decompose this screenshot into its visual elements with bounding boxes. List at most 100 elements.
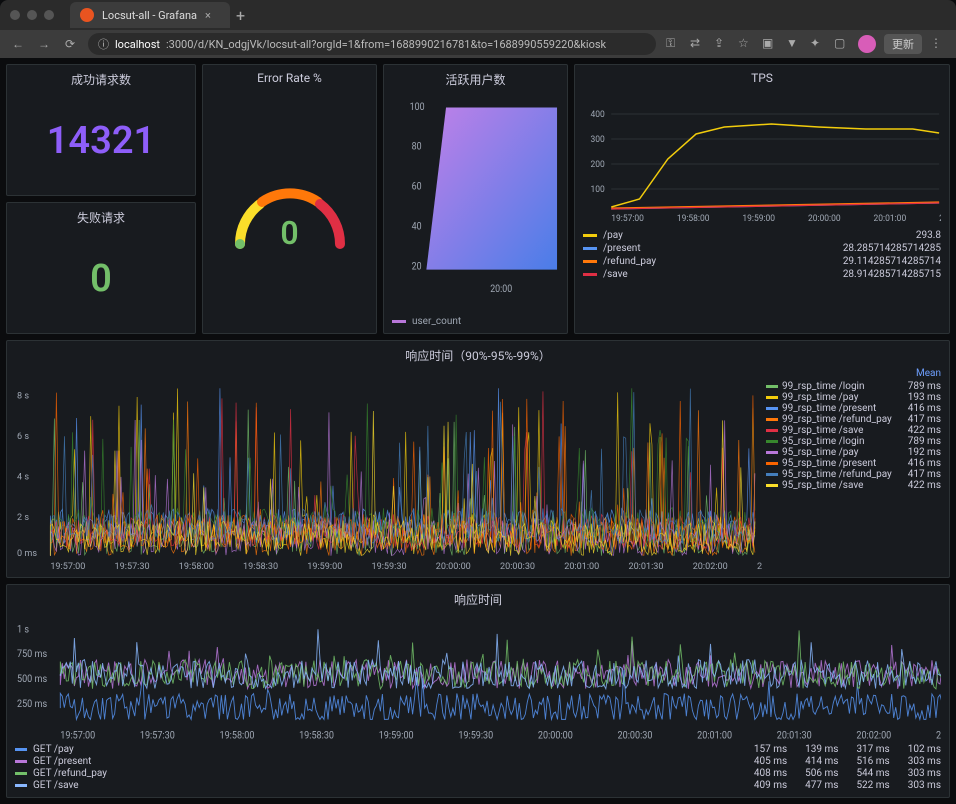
legend-label: 95_rsp_time /pay (782, 447, 904, 458)
traffic-min[interactable] (27, 10, 37, 20)
ext4-icon[interactable]: ▢ (834, 36, 850, 52)
panel-active-users[interactable]: 活跃用户数 100 80 60 40 20 20:00 user_co (383, 64, 568, 334)
profile-avatar[interactable] (858, 35, 876, 53)
star-icon[interactable]: ☆ (738, 36, 754, 52)
svg-text:20:00:30: 20:00:30 (500, 562, 535, 571)
back-icon[interactable]: ← (10, 36, 26, 52)
legend-value: 29.114285714285714 (843, 256, 941, 267)
legend-value: 317 ms (856, 744, 889, 755)
legend-value: 303 ms (908, 780, 941, 791)
svg-text:20:01:00: 20:01:00 (874, 214, 907, 224)
svg-text:1 s: 1 s (17, 624, 29, 636)
close-icon[interactable]: × (205, 9, 211, 22)
legend-row[interactable]: GET /present405 ms414 ms516 ms303 ms (15, 756, 941, 767)
legend-row[interactable]: 95_rsp_time /refund_pay 417 ms (766, 469, 941, 480)
update-button[interactable]: 更新 (884, 34, 922, 54)
traffic-max[interactable] (44, 10, 54, 20)
panel-response-time[interactable]: 响应时间 1 s 750 ms 500 ms 250 ms 19:57:0019… (6, 584, 950, 798)
legend-swatch (583, 247, 597, 250)
legend-row[interactable]: 99_rsp_time /refund_pay417 ms (766, 414, 941, 425)
legend-label: 95_rsp_time /refund_pay (782, 469, 904, 480)
ext3-icon[interactable]: ✦ (810, 36, 826, 52)
ubuntu-icon (80, 8, 94, 22)
legend-swatch (766, 385, 778, 388)
legend-label: /refund_pay (603, 256, 837, 267)
legend-row[interactable]: /save28.914285714285715 (583, 269, 941, 280)
legend-swatch (766, 473, 778, 476)
legend-swatch (583, 273, 597, 276)
new-tab-button[interactable]: + (236, 6, 245, 25)
panel-tps[interactable]: TPS 400 300 200 100 19:57:0019:58:0019:5… (574, 64, 950, 334)
ext1-icon[interactable]: ▣ (762, 36, 778, 52)
legend-value: 522 ms (856, 780, 889, 791)
stat-value: 14321 (15, 92, 187, 189)
panel-response-percentile[interactable]: 响应时间（90%-95%-99%） 8 s 6 s 4 s 2 s 0 ms 1… (6, 340, 950, 578)
legend-row[interactable]: /refund_pay 29.114285714285714 (583, 256, 941, 267)
legend-row[interactable]: GET /refund_pay408 ms506 ms544 ms303 ms (15, 768, 941, 779)
legend-row[interactable]: 95_rsp_time /login789 ms (766, 436, 941, 447)
legend-value: 417 ms (908, 469, 941, 480)
legend-label: user_count (412, 316, 461, 327)
more-icon[interactable]: ⋮ (930, 36, 946, 52)
legend-value: 157 ms (754, 744, 787, 755)
resp-time-chart: 1 s 750 ms 500 ms 250 ms 19:57:0019:57:3… (15, 612, 941, 742)
legend-value: 414 ms (805, 756, 838, 767)
ext2-icon[interactable]: ▼ (786, 36, 802, 52)
panel-error-rate[interactable]: Error Rate % 0 (202, 64, 377, 334)
panel-failed-requests[interactable]: 失败请求 0 (6, 202, 196, 334)
svg-text:20:01:00: 20:01:00 (697, 730, 732, 742)
stat-value: 0 (15, 230, 187, 327)
legend-row[interactable]: GET /save409 ms477 ms522 ms303 ms (15, 780, 941, 791)
legend-swatch (766, 396, 778, 399)
legend-value: 405 ms (754, 756, 787, 767)
svg-text:19:59:00: 19:59:00 (307, 562, 342, 571)
legend-value: 789 ms (908, 436, 941, 447)
legend-row[interactable]: /pay293.8 (583, 230, 941, 241)
panel-success-requests[interactable]: 成功请求数 14321 (6, 64, 196, 196)
legend-label: /present (603, 243, 837, 254)
legend-value: 544 ms (856, 768, 889, 779)
svg-text:20:00:00: 20:00:00 (808, 214, 841, 224)
legend-row[interactable]: 99_rsp_time /save422 ms (766, 425, 941, 436)
legend-label: 99_rsp_time /present (782, 403, 904, 414)
svg-text:40: 40 (412, 221, 422, 233)
legend-row[interactable]: /present28.285714285714285 (583, 243, 941, 254)
legend-label: GET /present (33, 756, 153, 767)
share-icon[interactable]: ⇪ (714, 36, 730, 52)
legend-row[interactable]: 99_rsp_time /pay193 ms (766, 392, 941, 403)
legend-row[interactable]: 99_rsp_time /login789 ms (766, 381, 941, 392)
translate-icon[interactable]: ⇄ (690, 36, 706, 52)
legend-label: 99_rsp_time /refund_pay (782, 414, 904, 425)
chart-svg: 1 s 750 ms 500 ms 250 ms 19:57:0019:57:3… (15, 612, 941, 742)
svg-text:2 s: 2 s (17, 513, 29, 523)
legend-value: 409 ms (754, 780, 787, 791)
key-icon[interactable]: ⚿ (666, 36, 682, 52)
legend-row[interactable]: 95_rsp_time /pay 192 ms (766, 447, 941, 458)
panel-title: 活跃用户数 (392, 71, 559, 88)
gauge-value: 0 (280, 214, 298, 252)
panel-title: 失败请求 (15, 209, 187, 226)
url-field[interactable]: ⓘ localhost :3000/d/KN_odgjVk/locsut-all… (88, 33, 656, 55)
legend-value: 192 ms (908, 447, 941, 458)
legend-label: 95_rsp_time /save (782, 480, 904, 491)
svg-text:100: 100 (410, 101, 425, 113)
legend-row[interactable]: 95_rsp_time /present416 ms (766, 458, 941, 469)
svg-text:19:59:30: 19:59:30 (458, 730, 493, 742)
legend-label: GET /save (33, 780, 153, 791)
reload-icon[interactable]: ⟳ (62, 36, 78, 52)
address-bar: ← → ⟳ ⓘ localhost :3000/d/KN_odgjVk/locs… (0, 30, 956, 58)
legend-value: 293.8 (916, 230, 941, 241)
resp-percentile-legend: Mean 99_rsp_time /login789 ms99_rsp_time… (766, 368, 941, 571)
svg-text:19:58:30: 19:58:30 (243, 562, 278, 571)
tab-title: Locsut-all - Grafana (102, 9, 197, 22)
legend-row[interactable]: GET /pay157 ms139 ms317 ms102 ms (15, 744, 941, 755)
legend-label: 95_rsp_time /present (782, 458, 904, 469)
svg-text:20:02:30: 20:02:30 (936, 730, 941, 742)
legend-swatch (15, 784, 27, 787)
browser-tab[interactable]: Locsut-all - Grafana × (70, 2, 230, 28)
x-tick: 20:00 (490, 283, 512, 295)
legend-row[interactable]: 99_rsp_time /present416 ms (766, 403, 941, 414)
traffic-close[interactable] (10, 10, 20, 20)
legend-row[interactable]: 95_rsp_time /save422 ms (766, 480, 941, 491)
forward-icon[interactable]: → (36, 36, 52, 52)
